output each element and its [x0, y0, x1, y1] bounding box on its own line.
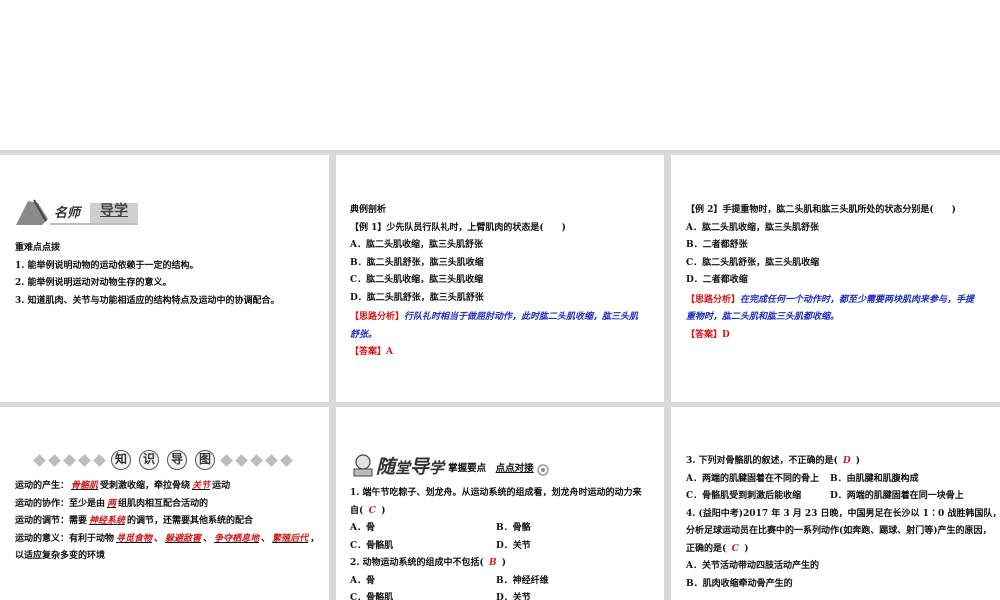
- option-c: C．肱二头肌舒张，肱三头肌收缩: [686, 257, 820, 268]
- slide-practice-1[interactable]: 随堂导学 掌握要点 点点对接 1. 端午节吃粽子、划龙舟。从运动系统的组成看，划…: [336, 407, 664, 600]
- option-d: D．肱二头肌舒张，肱三头肌舒张: [350, 292, 484, 303]
- teacher-guide-banner: 名师 导学: [14, 197, 138, 227]
- diamond-icon: [265, 453, 278, 467]
- q1-options-row1: A．骨 B．骨骼: [350, 523, 531, 533]
- q2-options-row2: C．骨骼肌 D．关节: [350, 593, 531, 600]
- option-d: D．二者都收缩: [686, 275, 748, 285]
- answer-line: 【答案】A: [350, 344, 638, 362]
- header-char-2: 识: [139, 450, 159, 470]
- section-heading: 典例剖析: [350, 205, 387, 215]
- section-heading: 重难点点拨: [15, 243, 61, 253]
- map-line-production: 运动的产生： 骨骼肌 受刺激收缩，牵拉骨绕 关节 运动: [15, 481, 231, 491]
- diamond-icon: [78, 453, 91, 467]
- knowledge-map-header: 知 识 导 图: [32, 450, 294, 470]
- header-char-1: 知: [111, 450, 131, 470]
- q3-options-row1: A．两端的肌腱固着在不同的骨上 B．由肌腱和肌腹构成: [686, 473, 919, 484]
- analysis-tag: 【思路分析】: [686, 294, 741, 305]
- swirl-icon: [537, 464, 549, 476]
- analysis-text: 行队礼时相当于做屈肘动作，此时肱二头肌收缩，肱三头肌: [404, 312, 639, 322]
- study-logo: 随堂导学: [376, 455, 445, 478]
- slide-example-2[interactable]: 【例 2】手提重物时，肱二头肌和肱三头肌所处的状态分别是( ) A．肱二头肌收缩…: [671, 155, 1000, 402]
- diamond-icon: [33, 453, 46, 467]
- q2-options-row1: A．骨 B．神经纤维: [350, 575, 549, 586]
- diamond-icon: [250, 453, 263, 467]
- goal-item-2: 2. 能举例说明运动对动物生存的意义。: [15, 278, 172, 288]
- top-blank-area: [0, 0, 1000, 150]
- header-char-4: 图: [195, 450, 215, 470]
- answer-value: A: [386, 347, 393, 357]
- answer-line: 【答案】D: [686, 327, 974, 345]
- q2-text: 2. 动物运动系统的组成中不包括(B): [350, 555, 642, 573]
- diamond-icon: [63, 453, 76, 467]
- option-b: B．肱二头肌舒张，肱三头肌收缩: [350, 257, 484, 268]
- diamond-icon: [220, 453, 233, 467]
- map-line-cooperation: 运动的协作：至少是由两组肌肉相互配合活动的: [15, 498, 209, 509]
- diamond-icon: [235, 453, 248, 467]
- question-text: 【例 2】手提重物时，肱二头肌和肱三头肌所处的状态分别是( ): [686, 205, 956, 215]
- q3-text: 3. 下列对骨骼肌的叙述，不正确的是(D): [686, 453, 1000, 471]
- slide-teacher-guide[interactable]: 名师 导学 重难点点拨 1. 能举例说明动物的运动依赖于一定的结构。 2. 能举…: [0, 155, 329, 402]
- diamond-icon: [48, 453, 61, 467]
- q1-text-cont: 自(C): [350, 503, 642, 521]
- q4-answer: C: [731, 543, 739, 554]
- study-tagline: 掌握要点 点点对接: [448, 462, 534, 474]
- q1-text: 1. 端午节吃粽子、划龙舟。从运动系统的组成看，划龙舟时运动的动力来: [350, 488, 642, 498]
- analysis-text: 在完成任何一个动作时，都至少需要两块肌肉来参与，手提: [740, 294, 975, 305]
- q1-answer: C: [368, 505, 376, 516]
- q1-options-row2: C．骨骼肌 D．关节: [350, 540, 531, 551]
- slide-knowledge-map[interactable]: 知 识 导 图 运动的产生： 骨骼肌 受刺激收缩，牵拉骨绕 关节 运动 运动的协作：至少…: [0, 407, 329, 600]
- q2-answer: B: [488, 558, 497, 568]
- option-a: A．肱二头肌收缩，肱三头肌舒张: [686, 222, 819, 233]
- map-line-regulation: 运动的调节：需要 神经系统 的调节，还需要其他系统的配合: [15, 516, 254, 526]
- q4-text-cont: 分析足球运动员在比赛中的一系列动作(如奔跑、踢球、射门等)产生的原因，: [686, 526, 992, 536]
- header-char-3: 导: [167, 450, 187, 470]
- banner-right-text: 导学: [100, 203, 128, 219]
- goal-item-3: 3. 知道肌肉、关节与功能相适应的结构特点及运动中的协调配合。: [15, 295, 280, 306]
- analysis-text-cont: 重物时，肱二头肌和肱三头肌都收缩。: [686, 312, 840, 322]
- banner-left-text: 名师: [54, 206, 81, 221]
- question-text: 【例 1】少先队员行队礼时，上臂肌肉的状态是( ): [350, 222, 566, 233]
- diamond-icon: [280, 453, 293, 467]
- answer-tag: 【答案】: [350, 347, 387, 357]
- map-line-significance: 运动的意义：有利于动物 寻觅食物、躲避敌害、争夺栖息地、繁殖后代，: [15, 533, 320, 544]
- option-c: C．肱二头肌收缩，肱三头肌收缩: [350, 275, 484, 285]
- answer-value: D: [722, 329, 730, 340]
- q3-options-row2: C．骨骼肌受到刺激后能收缩 D．两端的肌腱固着在同一块骨上: [686, 491, 964, 501]
- slide-practice-2[interactable]: 3. 下列对骨骼肌的叙述，不正确的是(D) A．两端的肌腱固着在不同的骨上 B．由…: [671, 407, 1000, 600]
- q4-option-a: A．关节活动带动四肢活动产生的: [686, 561, 819, 571]
- goal-item-1: 1. 能举例说明动物的运动依赖于一定的结构。: [15, 260, 199, 271]
- option-a: A．肱二头肌收缩，肱三头肌舒张: [350, 240, 483, 250]
- study-header: 随堂导学 掌握要点 点点对接: [350, 453, 550, 477]
- analysis-text-cont: 舒张。: [350, 329, 378, 340]
- q4-text-end: 正确的是(C): [686, 541, 1000, 559]
- answer-tag: 【答案】: [686, 329, 723, 340]
- map-line-environment: 以适应复杂多变的环境: [15, 551, 106, 561]
- student-icon: [353, 454, 373, 477]
- q3-answer: D: [842, 456, 851, 466]
- analysis-tag: 【思路分析】: [350, 312, 405, 322]
- diamond-icon: [93, 453, 106, 467]
- slide-example-1[interactable]: 典例剖析 【例 1】少先队员行队礼时，上臂肌肉的状态是( ) A．肱二头肌收缩，…: [336, 155, 664, 402]
- analysis: 【思路分析】在完成任何一个动作时，都至少需要两块肌肉来参与，手提: [686, 292, 974, 310]
- q4-option-b: B．肌肉收缩牵动骨产生的: [686, 578, 793, 589]
- option-b: B．二者都舒张: [686, 240, 748, 250]
- q4-text: 4. (益阳中考)2017 年 3 月 23 日晚，中国男足在长沙以 1∶0 战…: [686, 508, 1000, 519]
- analysis: 【思路分析】行队礼时相当于做屈肘动作，此时肱二头肌收缩，肱三头肌: [350, 309, 638, 327]
